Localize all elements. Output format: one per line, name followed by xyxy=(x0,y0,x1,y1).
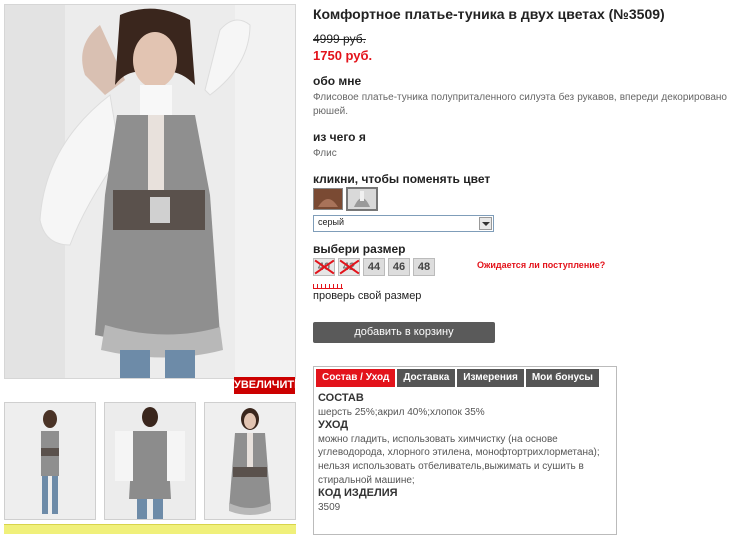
size-heading: выбери размер xyxy=(313,242,406,256)
tab-delivery[interactable]: Доставка xyxy=(397,369,456,387)
product-code-heading: КОД ИЗДЕЛИЯ xyxy=(318,487,398,500)
chevron-down-icon[interactable] xyxy=(479,217,492,230)
material-text: Флис xyxy=(313,148,337,159)
size-option-42: 42 xyxy=(338,258,360,276)
tab-my-bonuses[interactable]: Мои бонусы xyxy=(525,369,599,387)
color-swatch-grey[interactable] xyxy=(346,187,378,211)
size-option-40: 40 xyxy=(313,258,335,276)
product-code: 3509 xyxy=(318,501,341,513)
size-option-44[interactable]: 44 xyxy=(363,258,385,276)
color-select[interactable]: серый xyxy=(313,215,494,232)
composition-heading: СОСТАВ xyxy=(318,392,364,404)
color-swatch-brown[interactable] xyxy=(313,188,343,210)
about-heading: обо мне xyxy=(313,74,362,88)
composition-text: шерсть 25%;акрил 40%;хлопок 35% xyxy=(318,406,485,418)
restock-notify-link[interactable]: Ожидается ли поступление? xyxy=(477,260,605,270)
thumbnail-3[interactable] xyxy=(204,402,296,520)
size-option-46[interactable]: 46 xyxy=(388,258,410,276)
ruler-icon xyxy=(313,281,343,289)
care-text: можно гладить, использовать химчистку (н… xyxy=(318,433,600,486)
new-price: 1750 руб. xyxy=(313,48,373,63)
tab-bar: Состав / Уход Доставка Измерения Мои бон… xyxy=(316,369,599,387)
old-price: 4999 руб. xyxy=(313,32,366,46)
about-text: Флисовое платье-туника полуприталенного … xyxy=(313,92,727,117)
check-size-link[interactable]: проверь свой размер xyxy=(313,290,421,302)
main-product-photo[interactable] xyxy=(4,4,296,379)
tab-content: СОСТАВ шерсть 25%;акрил 40%;хлопок 35% У… xyxy=(318,392,606,514)
tab-measurements[interactable]: Измерения xyxy=(457,369,524,387)
add-to-cart-button[interactable]: добавить в корзину xyxy=(313,322,495,343)
product-title: Комфортное платье-туника в двух цветах (… xyxy=(313,6,665,22)
product-info-tabs: Состав / Уход Доставка Измерения Мои бон… xyxy=(313,366,617,535)
material-heading: из чего я xyxy=(313,130,366,144)
size-option-48[interactable]: 48 xyxy=(413,258,435,276)
tab-composition-care[interactable]: Состав / Уход xyxy=(316,369,396,387)
thumbnail-1[interactable] xyxy=(4,402,96,520)
color-select-value: серый xyxy=(318,217,345,227)
thumbnail-2[interactable] xyxy=(104,402,196,520)
zoom-button[interactable]: УВЕЛИЧИТЬ xyxy=(234,377,302,394)
care-heading: УХОД xyxy=(318,419,349,432)
color-heading: кликни, чтобы поменять цвет xyxy=(313,172,491,186)
